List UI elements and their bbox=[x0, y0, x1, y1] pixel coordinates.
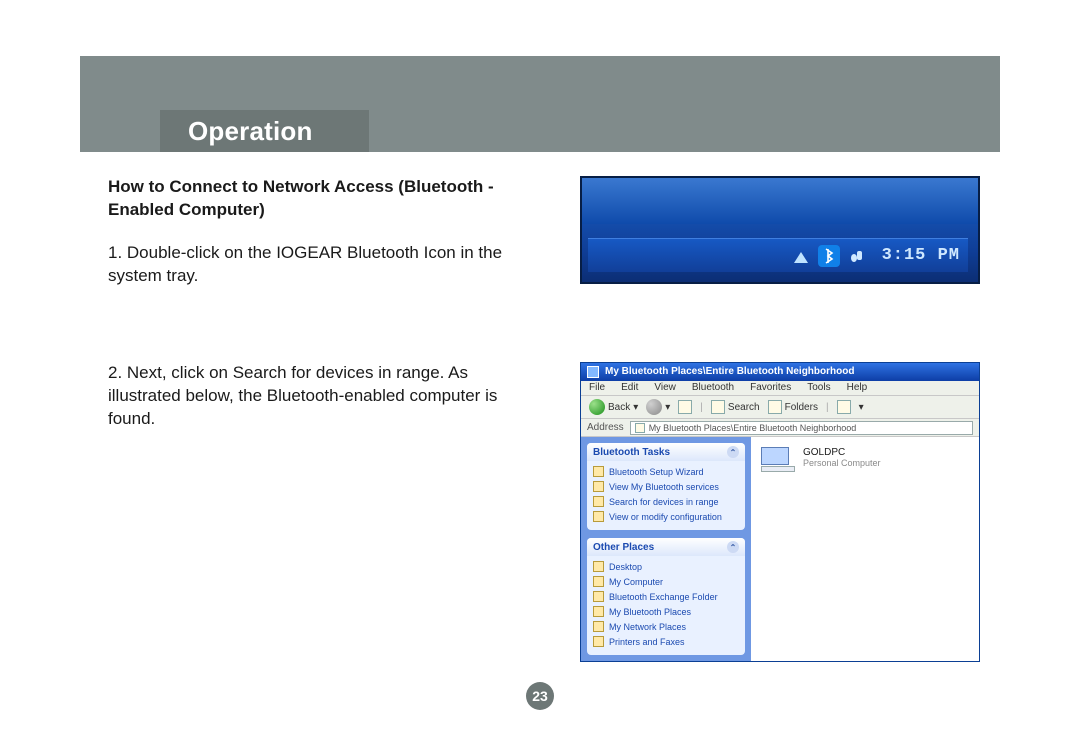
separator: | bbox=[700, 402, 703, 413]
desktop-icon bbox=[593, 561, 604, 572]
back-button[interactable]: Back ▾ bbox=[589, 399, 638, 415]
address-bar: Address My Bluetooth Places\Entire Bluet… bbox=[581, 419, 979, 437]
menubar: File Edit View Bluetooth Favorites Tools… bbox=[581, 381, 979, 397]
window-titlebar: My Bluetooth Places\Entire Bluetooth Nei… bbox=[581, 363, 979, 381]
folders-label: Folders bbox=[785, 402, 818, 413]
menu-bluetooth[interactable]: Bluetooth bbox=[692, 382, 734, 393]
search-icon bbox=[711, 400, 725, 414]
place-network[interactable]: My Network Places bbox=[593, 619, 739, 634]
bluetooth-icon bbox=[818, 245, 840, 267]
panel-bluetooth-tasks: Bluetooth Tasks ⌃ Bluetooth Setup Wizard… bbox=[587, 443, 745, 530]
dropdown-icon: ▾ bbox=[859, 402, 864, 413]
address-label: Address bbox=[587, 422, 624, 433]
network-icon bbox=[790, 245, 812, 267]
explorer-sidebar: Bluetooth Tasks ⌃ Bluetooth Setup Wizard… bbox=[581, 437, 751, 661]
address-value: My Bluetooth Places\Entire Bluetooth Nei… bbox=[649, 423, 857, 433]
chevron-up-icon[interactable]: ⌃ bbox=[727, 446, 739, 458]
step-1-text: 1. Double-click on the IOGEAR Bluetooth … bbox=[108, 242, 530, 288]
place-desktop[interactable]: Desktop bbox=[593, 559, 739, 574]
menu-file[interactable]: File bbox=[589, 382, 605, 393]
row-step-2: 2. Next, click on Search for devices in … bbox=[80, 362, 1000, 662]
place-bt-places[interactable]: My Bluetooth Places bbox=[593, 604, 739, 619]
title-bar: Operation bbox=[160, 110, 369, 152]
wizard-icon bbox=[593, 466, 604, 477]
clock: 3:15 PM bbox=[882, 246, 960, 265]
folder-icon bbox=[593, 591, 604, 602]
page-title: Operation bbox=[188, 116, 313, 147]
page-number-badge: 23 bbox=[526, 682, 554, 710]
toolbar: Back ▾ ▾ | Search Folders | bbox=[581, 396, 979, 419]
menu-view[interactable]: View bbox=[654, 382, 676, 393]
section-heading: How to Connect to Network Access (Blueto… bbox=[108, 176, 530, 222]
computer-icon bbox=[761, 447, 795, 475]
bt-places-icon bbox=[593, 606, 604, 617]
explorer-content: GOLDPC Personal Computer bbox=[751, 437, 979, 661]
search-button[interactable]: Search bbox=[711, 400, 760, 414]
dropdown-icon: ▾ bbox=[665, 402, 670, 413]
forward-icon bbox=[646, 399, 662, 415]
separator: | bbox=[826, 402, 829, 413]
menu-help[interactable]: Help bbox=[847, 382, 868, 393]
screenshot-system-tray: 3:15 PM bbox=[580, 176, 980, 284]
panel-title: Other Places bbox=[593, 542, 654, 553]
computer-icon bbox=[593, 576, 604, 587]
place-bt-exchange[interactable]: Bluetooth Exchange Folder bbox=[593, 589, 739, 604]
address-input[interactable]: My Bluetooth Places\Entire Bluetooth Nei… bbox=[630, 421, 973, 435]
forward-button[interactable]: ▾ bbox=[646, 399, 670, 415]
back-icon bbox=[589, 399, 605, 415]
menu-favorites[interactable]: Favorites bbox=[750, 382, 791, 393]
page-number: 23 bbox=[0, 682, 1080, 710]
window-icon bbox=[587, 366, 599, 378]
services-icon bbox=[593, 481, 604, 492]
search-devices-icon bbox=[593, 496, 604, 507]
config-icon bbox=[593, 511, 604, 522]
search-label: Search bbox=[728, 402, 760, 413]
task-setup-wizard[interactable]: Bluetooth Setup Wizard bbox=[593, 464, 739, 479]
device-item[interactable]: GOLDPC Personal Computer bbox=[761, 447, 969, 475]
device-type: Personal Computer bbox=[803, 458, 881, 468]
device-name: GOLDPC bbox=[803, 447, 881, 458]
dropdown-icon: ▾ bbox=[633, 402, 638, 413]
menu-edit[interactable]: Edit bbox=[621, 382, 638, 393]
task-search-devices[interactable]: Search for devices in range bbox=[593, 494, 739, 509]
menu-tools[interactable]: Tools bbox=[807, 382, 830, 393]
place-printers[interactable]: Printers and Faxes bbox=[593, 634, 739, 649]
task-modify-config[interactable]: View or modify configuration bbox=[593, 509, 739, 524]
chevron-up-icon[interactable]: ⌃ bbox=[727, 541, 739, 553]
step-2-text: 2. Next, click on Search for devices in … bbox=[108, 362, 530, 431]
panel-other-places: Other Places ⌃ Desktop My Computer Bluet… bbox=[587, 538, 745, 655]
device-icon bbox=[846, 245, 868, 267]
folders-button[interactable]: Folders bbox=[768, 400, 818, 414]
folders-icon bbox=[768, 400, 782, 414]
network-places-icon bbox=[593, 621, 604, 632]
up-icon[interactable] bbox=[678, 400, 692, 414]
row-step-1: How to Connect to Network Access (Blueto… bbox=[80, 176, 1000, 288]
task-view-services[interactable]: View My Bluetooth services bbox=[593, 479, 739, 494]
views-icon[interactable] bbox=[837, 400, 851, 414]
place-my-computer[interactable]: My Computer bbox=[593, 574, 739, 589]
header-bar: Operation bbox=[80, 56, 1000, 152]
screenshot-explorer-window: My Bluetooth Places\Entire Bluetooth Nei… bbox=[580, 362, 980, 662]
window-title: My Bluetooth Places\Entire Bluetooth Nei… bbox=[605, 366, 854, 377]
panel-title: Bluetooth Tasks bbox=[593, 447, 670, 458]
back-label: Back bbox=[608, 402, 630, 413]
printers-icon bbox=[593, 636, 604, 647]
address-icon bbox=[635, 423, 645, 433]
